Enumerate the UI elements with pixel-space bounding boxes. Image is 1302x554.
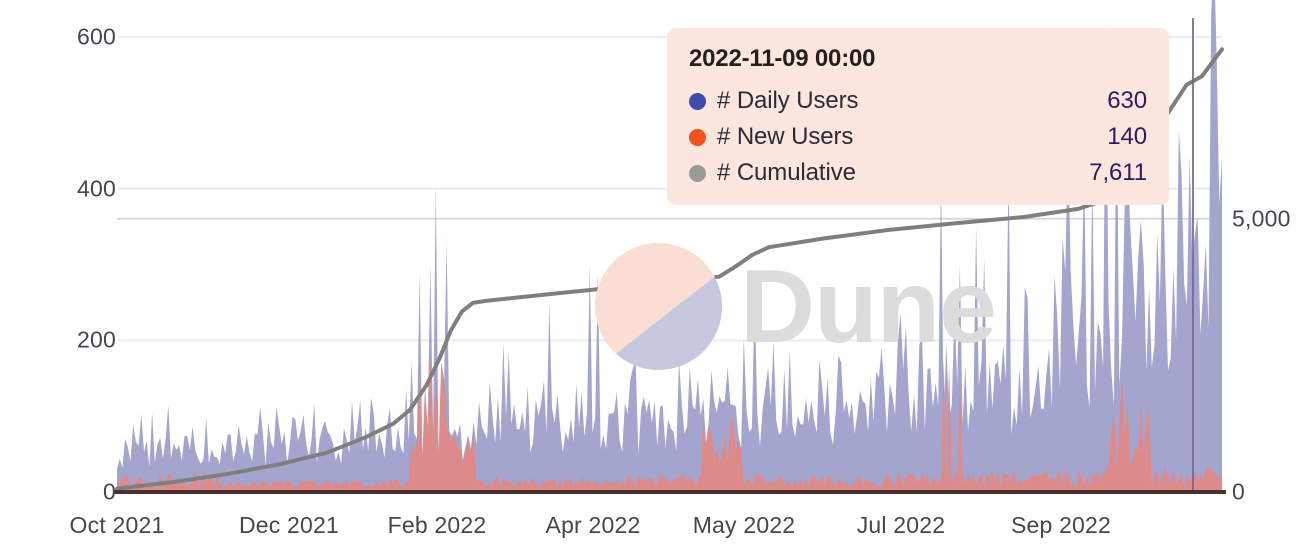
x-tick-feb-2022: Feb 2022 xyxy=(387,512,487,538)
tooltip-row: # Cumulative 7,611 xyxy=(689,155,1147,191)
tooltip-series-label: # Cumulative xyxy=(717,159,856,186)
x-tick-sep-2022: Sep 2022 xyxy=(1010,512,1112,538)
tooltip-row: # Daily Users 630 xyxy=(689,83,1147,119)
x-tick-apr-2022: Apr 2022 xyxy=(545,512,641,538)
tooltip-row: # New Users 140 xyxy=(689,119,1147,155)
x-tick-may-2022: May 2022 xyxy=(692,512,796,538)
hover-tooltip: 2022-11-09 00:00 # Daily Users 630 # New U… xyxy=(667,28,1169,205)
legend-dot-icon xyxy=(689,164,706,182)
tooltip-series-value: 630 xyxy=(1107,87,1147,114)
x-tick-jul-2022: Jul 2022 xyxy=(856,512,946,538)
tooltip-timestamp: 2022-11-09 00:00 xyxy=(689,45,876,72)
tooltip-series-value: 7,611 xyxy=(1089,159,1147,186)
tooltip-series-label: # Daily Users xyxy=(717,87,859,114)
tooltip-series-value: 140 xyxy=(1107,123,1147,150)
y-tick-left-400: 400 xyxy=(77,175,116,202)
dune-users-chart: Dune 0 200 400 600 0 5,000 Oct 2021 Dec 2021 F… xyxy=(0,0,1302,554)
y-tick-left-600: 600 xyxy=(77,23,116,50)
legend-dot-icon xyxy=(689,128,706,146)
tooltip-series-label: # New Users xyxy=(717,123,854,150)
x-tick-dec-2021: Dec 2021 xyxy=(238,512,340,538)
y-tick-left-0: 0 xyxy=(103,478,116,505)
y-tick-left-200: 200 xyxy=(77,326,116,353)
legend-dot-icon xyxy=(689,92,706,110)
y-tick-right-5000: 5,000 xyxy=(1232,205,1291,232)
y-tick-right-0: 0 xyxy=(1232,478,1245,505)
x-tick-oct-2021: Oct 2021 xyxy=(69,512,165,538)
tooltip-series-list: # Daily Users 630 # New Users 140 # Cumulati… xyxy=(689,83,1147,191)
